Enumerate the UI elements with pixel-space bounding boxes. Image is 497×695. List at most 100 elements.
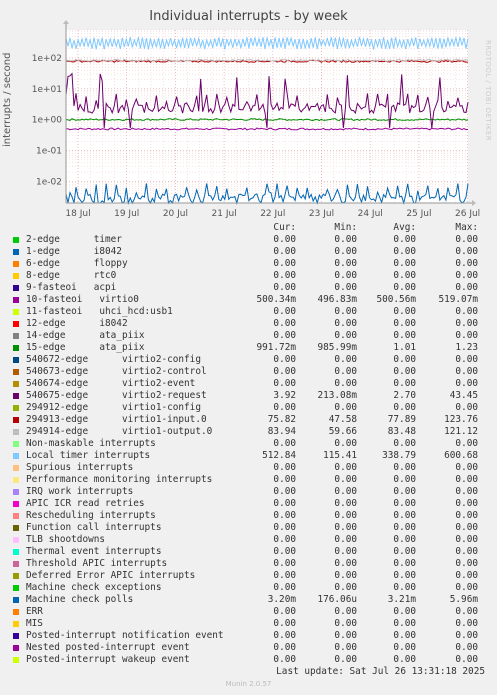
legend-swatch — [13, 465, 19, 471]
series-name: 540675-edge virtio2-request — [26, 390, 207, 401]
series-avg: 77.89 — [387, 414, 416, 425]
series-max: 0.00 — [455, 522, 478, 533]
series-avg: 0.00 — [393, 546, 416, 557]
legend-swatch — [13, 549, 19, 555]
legend-row: 6-edge floppy 0.00 0.00 0.00 0.00 — [12, 258, 487, 270]
legend-row: Deferred Error APIC interrupts 0.00 0.00 0.… — [12, 570, 487, 582]
legend-row: 294914-edge virtio1-output.0 83.94 59.66 83… — [12, 426, 487, 438]
series-cur: 0.00 — [273, 618, 296, 629]
series-avg: 0.00 — [393, 474, 416, 485]
series-name: Spurious interrupts — [26, 462, 134, 473]
series-avg: 2.70 — [393, 390, 416, 401]
legend-swatch — [13, 585, 19, 591]
series-max: 0.00 — [455, 486, 478, 497]
series-cur: 0.00 — [273, 306, 296, 317]
series-max: 123.76 — [444, 414, 478, 425]
series-cur: 512.84 — [262, 450, 296, 461]
series-name: 12-edge i8042 — [26, 318, 128, 329]
series-cur: 0.00 — [273, 438, 296, 449]
legend-row: 11-fasteoi uhci_hcd:usb1 0.00 0.00 0.00 0.00 — [12, 306, 487, 318]
legend-row: 10-fasteoi virtio0 500.34m 496.83m 500.56m 5… — [12, 294, 487, 306]
legend-row: 294913-edge virtio1-input.0 75.82 47.58 77.… — [12, 414, 487, 426]
legend-swatch — [13, 609, 19, 615]
series-max: 0.00 — [455, 438, 478, 449]
series-cur: 500.34m — [256, 294, 296, 305]
series-avg: 0.00 — [393, 318, 416, 329]
legend-swatch — [13, 333, 19, 339]
series-name: 294913-edge virtio1-input.0 — [26, 414, 207, 425]
series-cur: 0.00 — [273, 522, 296, 533]
series-name: Non-maskable interrupts — [26, 438, 156, 449]
legend-row: Spurious interrupts 0.00 0.00 0.00 0.00 — [12, 462, 487, 474]
x-tick-label: 22 Jul — [260, 209, 285, 219]
series-max: 0.00 — [455, 246, 478, 257]
series-avg: 83.48 — [387, 426, 416, 437]
series-max: 0.00 — [455, 354, 478, 365]
legend-swatch — [13, 477, 19, 483]
series-max: 0.00 — [455, 642, 478, 653]
legend-swatch — [13, 525, 19, 531]
legend-swatch — [13, 393, 19, 399]
series-name: 540672-edge virtio2-config — [26, 354, 201, 365]
series-cur: 75.82 — [267, 414, 296, 425]
series-max: 0.00 — [455, 582, 478, 593]
series-name: 14-edge ata_piix — [26, 330, 145, 341]
legend-swatch — [13, 309, 19, 315]
legend-swatch — [13, 297, 19, 303]
series-max: 0.00 — [455, 546, 478, 557]
series-avg: 1.01 — [393, 342, 416, 353]
series-cur: 0.00 — [273, 378, 296, 389]
legend-swatch — [13, 285, 19, 291]
legend-swatch — [13, 537, 19, 543]
series-avg: 0.00 — [393, 330, 416, 341]
series-avg: 0.00 — [393, 606, 416, 617]
series-max: 0.00 — [455, 618, 478, 629]
legend-row: 540675-edge virtio2-request 3.92 213.08m 2.… — [12, 390, 487, 402]
x-tick-label: 23 Jul — [309, 209, 334, 219]
series-avg: 500.56m — [376, 294, 416, 305]
legend-row: Non-maskable interrupts 0.00 0.00 0.00 0.00 — [12, 438, 487, 450]
legend-swatch — [13, 417, 19, 423]
generator-label: Munin 2.0.57 — [225, 680, 272, 688]
x-tick-label: 18 Jul — [65, 209, 90, 219]
series-name: 6-edge floppy — [26, 258, 128, 269]
series-name: IRQ work interrupts — [26, 486, 134, 497]
series-avg: 3.21m — [387, 594, 416, 605]
series-max: 600.68 — [444, 450, 478, 461]
legend-row: Function call interrupts 0.00 0.00 0.00 0.00 — [12, 522, 487, 534]
series-name: 540674-edge virtio2-event — [26, 378, 196, 389]
series-cur: 0.00 — [273, 606, 296, 617]
series-avg: 0.00 — [393, 486, 416, 497]
series-max: 0.00 — [455, 258, 478, 269]
y-tick-label: 1e+02 — [32, 54, 62, 64]
series-max: 0.00 — [455, 498, 478, 509]
series-cur: 0.00 — [273, 570, 296, 581]
series-name: 1-edge i8042 — [26, 246, 122, 257]
series-max: 0.00 — [455, 402, 478, 413]
series-cur: 3.92 — [273, 390, 296, 401]
legend-swatch — [13, 369, 19, 375]
legend-row: MIS 0.00 0.00 0.00 0.00 — [12, 618, 487, 630]
series-max: 0.00 — [455, 534, 478, 545]
series-name: Machine check exceptions — [26, 582, 162, 593]
series-cur: 0.00 — [273, 246, 296, 257]
series-name: Posted-interrupt wakeup event — [26, 654, 190, 665]
series-max: 0.00 — [455, 510, 478, 521]
legend-row: Nested posted-interrupt event 0.00 0.00 0.0… — [12, 642, 487, 654]
x-tick-label: 25 Jul — [406, 209, 431, 219]
legend-swatch — [13, 345, 19, 351]
series-avg: 0.00 — [393, 234, 416, 245]
legend-swatch — [13, 633, 19, 639]
series-avg: 0.00 — [393, 378, 416, 389]
series-avg: 0.00 — [393, 282, 416, 293]
series-max: 0.00 — [455, 378, 478, 389]
legend-row: 9-fasteoi acpi 0.00 0.00 0.00 0.00 — [12, 282, 487, 294]
legend-row: 8-edge rtc0 0.00 0.00 0.00 0.00 — [12, 270, 487, 282]
legend-swatch — [13, 441, 19, 447]
legend-row: Posted-interrupt wakeup event 0.00 0.00 0.0… — [12, 654, 487, 666]
series-avg: 0.00 — [393, 654, 416, 665]
legend-swatch — [13, 249, 19, 255]
legend-row: 540674-edge virtio2-event 0.00 0.00 0.00 0.0… — [12, 378, 487, 390]
series-cur: 0.00 — [273, 330, 296, 341]
series-cur: 0.00 — [273, 282, 296, 293]
